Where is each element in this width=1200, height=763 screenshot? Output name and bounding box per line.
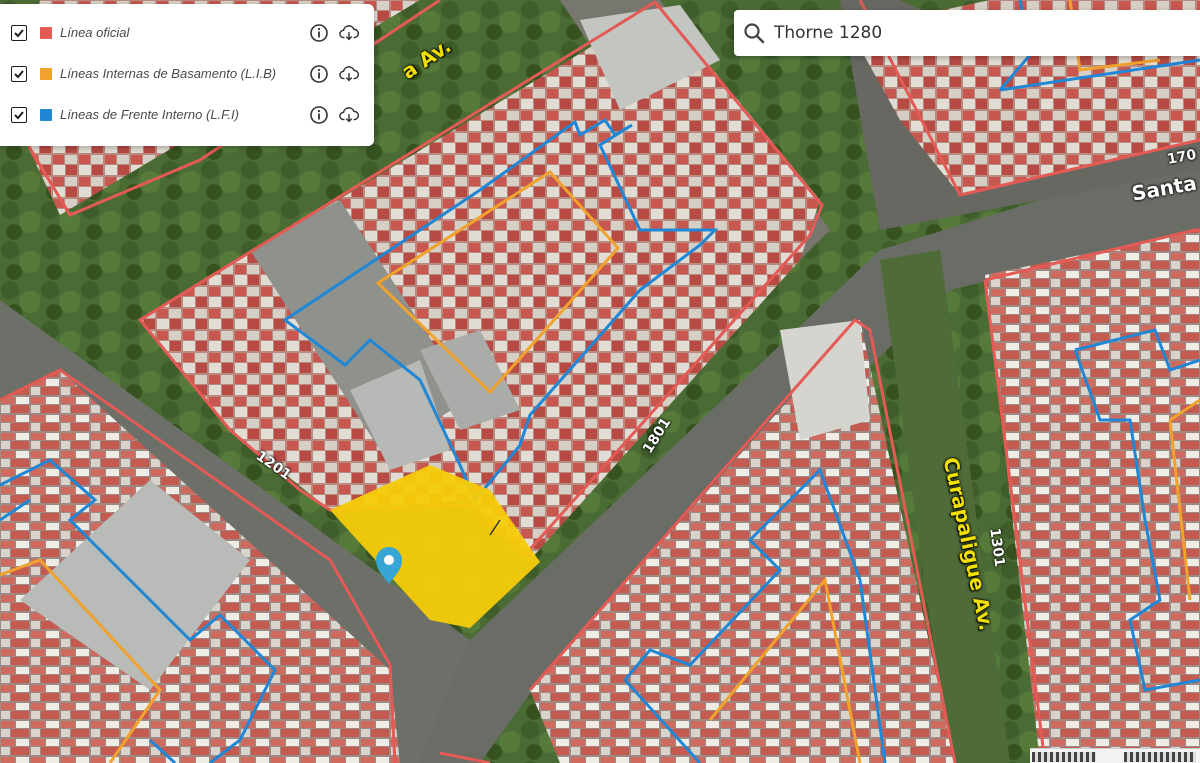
layer-color-swatch [40, 26, 52, 39]
checkmark-icon [14, 69, 24, 78]
layer-row-internal-front-lines: Líneas de Frente Interno (L.F.I) [0, 94, 374, 135]
layer-label: Líneas Internas de Basamento (L.I.B) [60, 66, 277, 81]
search-icon[interactable] [742, 21, 766, 45]
layer-legend-panel: Línea oficial Líneas Internas de Basamen… [0, 4, 374, 146]
info-icon[interactable] [308, 63, 330, 85]
layer-checkbox-official-line[interactable] [11, 24, 27, 41]
layer-checkbox-basement-lines[interactable] [11, 65, 27, 82]
info-icon[interactable] [308, 22, 330, 44]
address-search-input[interactable] [774, 18, 1184, 48]
layer-color-swatch [40, 67, 52, 80]
cloud-download-icon[interactable] [338, 22, 360, 44]
info-icon[interactable] [308, 104, 330, 126]
address-search-box [734, 10, 1200, 56]
layer-label: Líneas de Frente Interno (L.F.I) [60, 107, 239, 122]
layer-checkbox-internal-front-lines[interactable] [11, 106, 27, 123]
map-app: a Av. Santa Curapaligue Av. 1201 1801 13… [0, 0, 1200, 763]
checkmark-icon [14, 110, 24, 119]
scale-bar [1030, 748, 1200, 763]
layer-row-official-line: Línea oficial [0, 12, 374, 53]
layer-row-basement-lines: Líneas Internas de Basamento (L.I.B) [0, 53, 374, 94]
layer-color-swatch [40, 108, 52, 121]
checkmark-icon [14, 28, 24, 37]
cloud-download-icon[interactable] [338, 104, 360, 126]
cloud-download-icon[interactable] [338, 63, 360, 85]
layer-label: Línea oficial [60, 25, 130, 40]
